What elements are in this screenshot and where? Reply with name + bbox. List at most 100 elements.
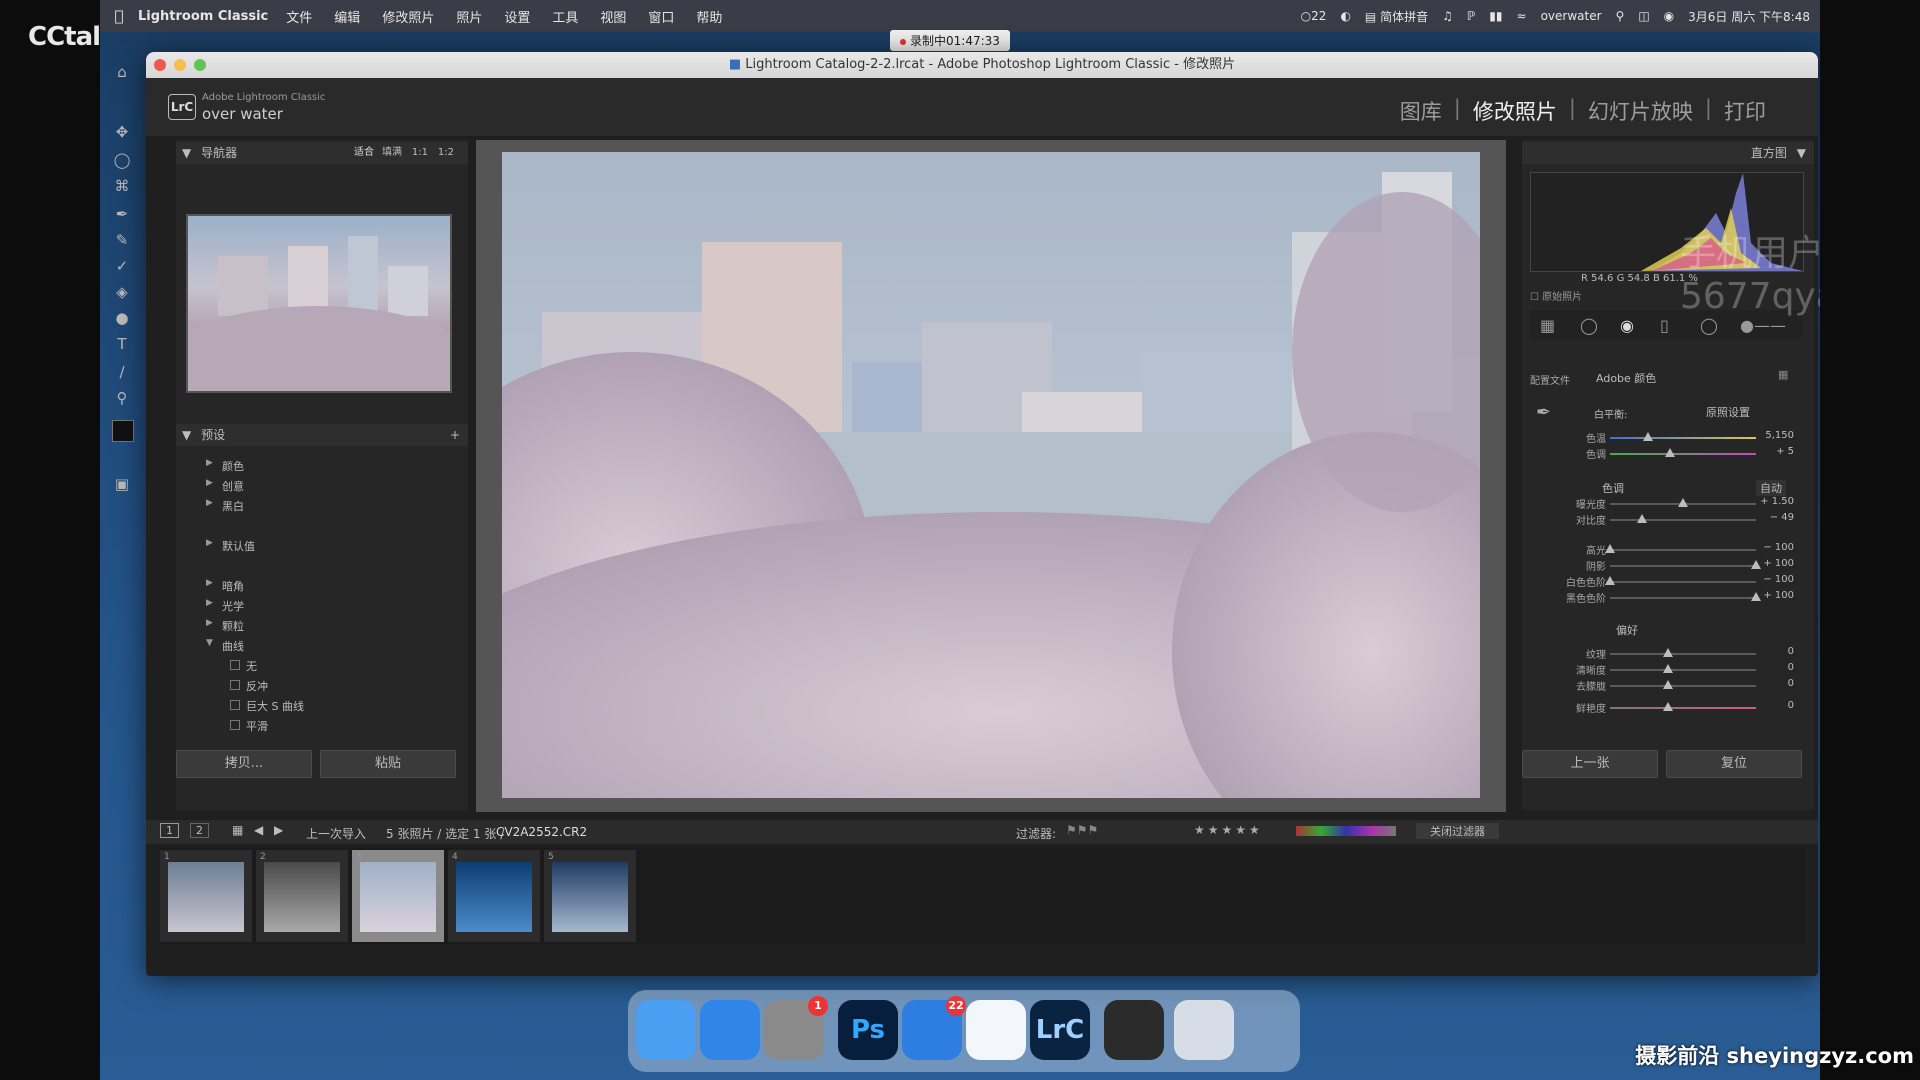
slider-knob[interactable]	[1637, 514, 1648, 523]
navigator-preview[interactable]	[158, 214, 478, 426]
dock-system-preferences-icon[interactable]: 1	[764, 996, 828, 1060]
slider-knob[interactable]	[1663, 680, 1674, 689]
screen-mode-icon[interactable]: ▣	[112, 474, 132, 494]
preset-group-default[interactable]: ▶ 默认值	[206, 538, 255, 554]
zoom-1-1[interactable]: 1:1	[412, 142, 428, 164]
menu-photo[interactable]: 照片	[456, 7, 482, 26]
filmstrip-thumbnail[interactable]: 2	[256, 850, 348, 942]
slider-value[interactable]: 5,150	[1765, 430, 1794, 441]
slider-track[interactable]	[1610, 581, 1756, 583]
slider-knob[interactable]	[1664, 448, 1675, 457]
slider-knob[interactable]	[1663, 702, 1674, 711]
wb-eyedropper-icon[interactable]: ✒	[1536, 402, 1551, 423]
menubar-user[interactable]: overwater	[1541, 9, 1602, 23]
text-icon[interactable]: T	[112, 334, 132, 354]
presets-header[interactable]: ▼ 预设 +	[176, 424, 468, 446]
preset-group-vignette[interactable]: ▶ 暗角	[206, 578, 244, 594]
eyedropper-icon[interactable]: ✒	[112, 204, 132, 224]
navigator-header[interactable]: ▼ 导航器 适合 填满 1:1 1:2	[176, 142, 468, 164]
menubar-app-name[interactable]: Lightroom Classic	[138, 9, 268, 24]
slider-value[interactable]: − 100	[1763, 574, 1794, 585]
window-titlebar[interactable]: ■ Lightroom Catalog-2-2.lrcat - Adobe Ph…	[146, 52, 1818, 78]
module-develop[interactable]: 修改照片	[1461, 96, 1569, 126]
dock-safari-icon[interactable]	[700, 1000, 760, 1060]
secondary-window-button[interactable]: 2	[190, 823, 209, 838]
filmstrip-thumbnail[interactable]: 3	[352, 850, 444, 942]
module-print[interactable]: 打印	[1712, 96, 1778, 126]
zoom-1-2[interactable]: 1:2	[438, 142, 454, 164]
flag-filter-icon[interactable]: ⚑⚑⚑	[1066, 823, 1098, 837]
slider-knob[interactable]	[1663, 664, 1674, 673]
filmstrip-thumbnail[interactable]: 5	[544, 850, 636, 942]
dock-lightroom-classic-icon[interactable]: LrC	[1030, 1000, 1090, 1060]
slider-knob[interactable]	[1605, 544, 1615, 553]
slider-track[interactable]	[1610, 685, 1756, 687]
input-method[interactable]: ▤ 简体拼音	[1365, 8, 1428, 25]
curve-preset-counter[interactable]: 反冲	[230, 678, 268, 694]
curve-preset-none[interactable]: 无	[230, 658, 257, 674]
notification-count[interactable]: ○22	[1301, 9, 1327, 23]
collapse-triangle-icon[interactable]: ▼	[182, 428, 191, 442]
slider-value[interactable]: + 1.50	[1760, 496, 1794, 507]
menu-help[interactable]: 帮助	[696, 7, 722, 26]
filmstrip-filename[interactable]: CV2A2552.CR2	[496, 825, 587, 839]
slider-knob[interactable]	[1751, 560, 1761, 569]
menu-view[interactable]: 视图	[600, 7, 626, 26]
zoom-window-icon[interactable]	[194, 59, 206, 71]
slider-knob[interactable]	[1678, 498, 1688, 507]
control-center-icon[interactable]: ◫	[1638, 9, 1649, 23]
slider-value[interactable]: + 5	[1776, 446, 1794, 457]
slider-track[interactable]	[1610, 549, 1756, 551]
redeye-icon[interactable]: ◉	[1620, 316, 1634, 335]
zoom-icon[interactable]: ⚲	[112, 388, 132, 408]
menu-settings[interactable]: 设置	[504, 7, 530, 26]
menu-tools[interactable]: 工具	[552, 7, 578, 26]
preset-group-optics[interactable]: ▶ 光学	[206, 598, 244, 614]
filmstrip-thumbnail[interactable]: 1	[160, 850, 252, 942]
adjustment-brush-icon[interactable]: ●——	[1740, 316, 1786, 335]
slider-track[interactable]	[1610, 519, 1756, 521]
preset-group-grain[interactable]: ▶ 颗粒	[206, 618, 244, 634]
slider-value[interactable]: + 100	[1763, 590, 1794, 601]
filter-dropdown[interactable]: 关闭过滤器	[1416, 823, 1499, 839]
collapse-triangle-icon[interactable]: ▼	[182, 146, 191, 160]
curve-preset-strong-s[interactable]: 巨大 S 曲线	[230, 698, 304, 714]
slider-value[interactable]: − 100	[1763, 542, 1794, 553]
spotlight-icon[interactable]: ⚲	[1616, 9, 1625, 23]
slider-knob[interactable]	[1663, 648, 1674, 657]
slider-track[interactable]	[1610, 437, 1756, 439]
slider-value[interactable]: 0	[1788, 646, 1794, 657]
preset-group-creative[interactable]: ▶ 创意	[206, 478, 244, 494]
slider-track[interactable]	[1610, 653, 1756, 655]
slider-track[interactable]	[1610, 453, 1756, 455]
filmstrip-thumbnail[interactable]: 4	[448, 850, 540, 942]
profile-browser-icon[interactable]: ▦	[1778, 368, 1788, 381]
slider-value[interactable]: 0	[1788, 662, 1794, 673]
home-icon[interactable]: ⌂	[112, 62, 132, 82]
menubar-datetime[interactable]: 3月6日 周六 下午8:48	[1688, 8, 1810, 25]
reset-button[interactable]: 复位	[1666, 750, 1802, 778]
bluetooth-icon[interactable]: ℙ	[1467, 9, 1475, 23]
brush-icon[interactable]: ✎	[112, 230, 132, 250]
menu-edit[interactable]: 编辑	[334, 7, 360, 26]
siri-icon[interactable]: ◉	[1664, 9, 1674, 23]
wb-dropdown[interactable]: 原照设置	[1706, 404, 1750, 420]
module-slideshow[interactable]: 幻灯片放映	[1576, 96, 1705, 126]
main-photo[interactable]	[502, 152, 1480, 798]
curve-preset-smooth[interactable]: 平滑	[230, 718, 268, 734]
dock-photoshop-icon[interactable]: Ps	[838, 1000, 898, 1060]
crop-icon[interactable]: ⌘	[112, 176, 132, 196]
color-wheel-icon[interactable]: ◐	[1340, 9, 1350, 23]
slider-value[interactable]: + 100	[1763, 558, 1794, 569]
histogram-header[interactable]: 直方图 ▼	[1522, 142, 1814, 164]
menu-window[interactable]: 窗口	[648, 7, 674, 26]
profile-dropdown[interactable]: Adobe 颜色	[1596, 370, 1656, 386]
module-library[interactable]: 图库	[1388, 96, 1454, 126]
battery-icon[interactable]: ▮▮	[1489, 9, 1502, 23]
close-icon[interactable]	[154, 59, 166, 71]
radial-filter-icon[interactable]: ◯	[1700, 316, 1718, 335]
slider-knob[interactable]	[1605, 576, 1615, 585]
slider-track[interactable]	[1610, 597, 1756, 599]
preset-group-color[interactable]: ▶ 颜色	[206, 458, 244, 474]
slider-track[interactable]	[1610, 669, 1756, 671]
